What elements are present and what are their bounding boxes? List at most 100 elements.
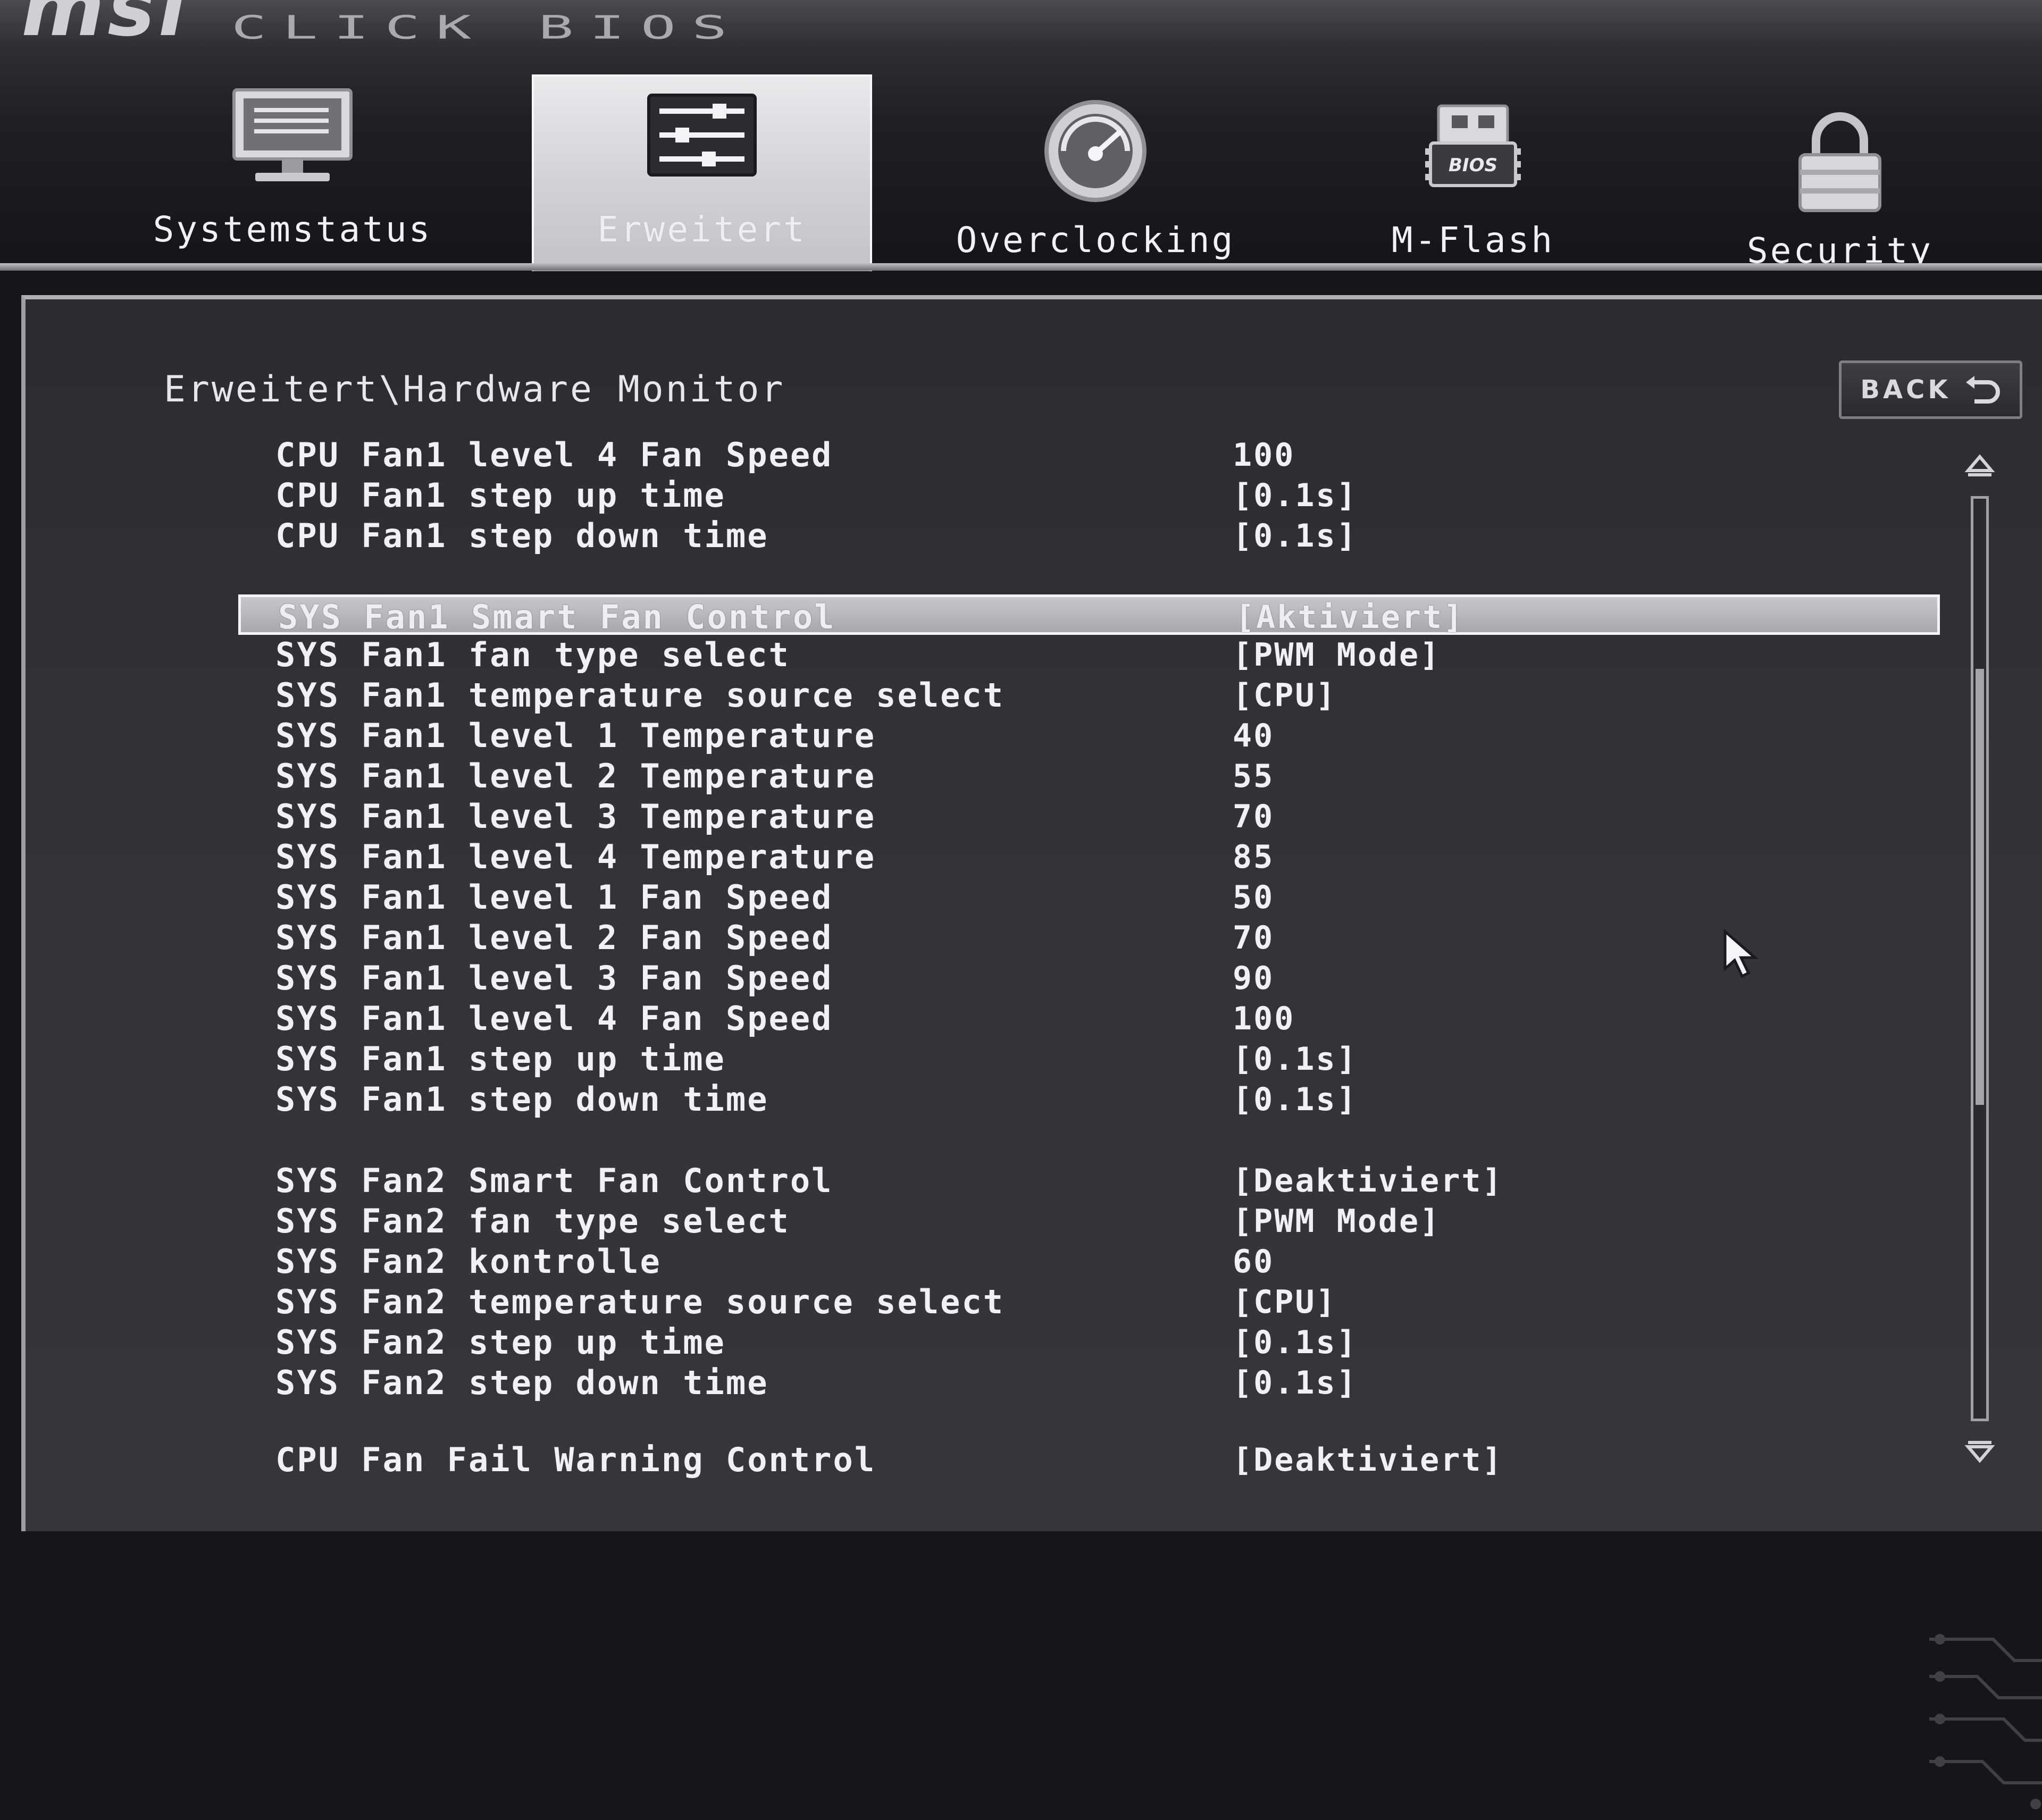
setting-value[interactable]: 90 xyxy=(1233,958,1274,999)
setting-value[interactable]: 85 xyxy=(1233,837,1274,877)
setting-label: CPU Fan1 step up time xyxy=(275,476,726,515)
setting-value[interactable]: [PWM Mode] xyxy=(1233,635,1441,675)
setting-value[interactable]: [0.1s] xyxy=(1233,1363,1358,1403)
setting-label: CPU Fan1 level 4 Fan Speed xyxy=(275,435,833,474)
setting-row[interactable]: SYS Fan1 level 4 Temperature 85 xyxy=(238,837,1940,877)
setting-value[interactable]: 40 xyxy=(1233,716,1274,756)
breadcrumb: Erweitert\Hardware Monitor xyxy=(164,368,785,410)
setting-row[interactable]: SYS Fan1 level 4 Fan Speed 100 xyxy=(238,999,1940,1039)
setting-row[interactable]: SYS Fan2 temperature source select [CPU] xyxy=(238,1282,1940,1322)
setting-label: SYS Fan1 level 1 Temperature xyxy=(275,716,876,755)
setting-label: SYS Fan1 temperature source select xyxy=(275,676,1005,715)
return-arrow-icon xyxy=(1965,376,2000,404)
setting-label: SYS Fan1 fan type select xyxy=(275,635,790,674)
setting-value[interactable]: [CPU] xyxy=(1233,1282,1337,1322)
tab-divider xyxy=(0,263,2042,271)
setting-row[interactable]: CPU Fan1 level 4 Fan Speed 100 xyxy=(238,435,1940,475)
settings-list: CPU Fan1 level 4 Fan Speed 100 CPU Fan1 … xyxy=(238,435,1940,1525)
tab-systemstatus[interactable]: Systemstatus xyxy=(117,74,468,271)
setting-row[interactable]: CPU Fan1 step down time [0.1s] xyxy=(238,516,1940,556)
setting-row[interactable]: SYS Fan2 kontrolle 60 xyxy=(238,1242,1940,1282)
setting-value[interactable]: 100 xyxy=(1233,999,1295,1039)
tab-m-flash[interactable]: BIOS M-Flash xyxy=(1313,74,1633,271)
brand: msi CLICK BIOS xyxy=(21,0,743,48)
setting-label: SYS Fan2 kontrolle xyxy=(275,1242,662,1281)
setting-row[interactable]: SYS Fan1 level 1 Fan Speed 50 xyxy=(238,877,1940,918)
setting-row-selected[interactable]: SYS Fan1 Smart Fan Control [Aktiviert] xyxy=(238,594,1940,638)
setting-label: SYS Fan2 Smart Fan Control xyxy=(275,1161,833,1200)
setting-value[interactable]: [0.1s] xyxy=(1233,1079,1358,1120)
setting-value[interactable]: 50 xyxy=(1233,877,1274,918)
setting-label: SYS Fan1 step down time xyxy=(275,1080,769,1119)
circuit-decoration xyxy=(1929,1634,2042,1809)
tab-label: Erweitert xyxy=(597,209,807,250)
setting-value[interactable]: [CPU] xyxy=(1233,675,1337,716)
setting-value[interactable]: 55 xyxy=(1233,756,1274,796)
scroll-up-icon[interactable] xyxy=(1964,448,1996,480)
tab-overclocking[interactable]: Overclocking xyxy=(925,74,1266,271)
setting-row[interactable]: SYS Fan2 fan type select [PWM Mode] xyxy=(238,1201,1940,1242)
setting-row[interactable]: SYS Fan1 step down time [0.1s] xyxy=(238,1079,1940,1120)
setting-label: CPU Fan1 step down time xyxy=(275,516,769,555)
setting-label: SYS Fan1 level 4 Temperature xyxy=(275,837,876,876)
setting-value[interactable]: [0.1s] xyxy=(1233,1039,1358,1079)
tab-erweitert[interactable]: Erweitert xyxy=(532,74,872,271)
mouse-cursor-icon xyxy=(1723,929,1759,978)
setting-label: SYS Fan1 level 2 Temperature xyxy=(275,757,876,795)
scroll-thumb[interactable] xyxy=(1976,669,1984,1105)
scroll-down-icon[interactable] xyxy=(1964,1437,1996,1469)
setting-row[interactable]: CPU Fan Fail Warning Control [Deaktivier… xyxy=(238,1440,1940,1480)
setting-row[interactable]: SYS Fan2 step up time [0.1s] xyxy=(238,1322,1940,1363)
scrollbar[interactable] xyxy=(1961,448,1998,1480)
setting-label: SYS Fan1 level 4 Fan Speed xyxy=(275,999,833,1038)
main-tabs: Systemstatus Erweitert Overclocking BIOS… xyxy=(0,74,2042,276)
setting-row[interactable]: SYS Fan1 level 2 Temperature 55 xyxy=(238,756,1940,796)
speedometer-icon xyxy=(1044,100,1146,202)
msi-logo: msi xyxy=(21,0,189,54)
setting-value[interactable]: [PWM Mode] xyxy=(1233,1201,1441,1242)
setting-label: CPU Fan Fail Warning Control xyxy=(275,1440,876,1479)
bios-header: msi CLICK BIOS Systemstatus Erweitert Ov… xyxy=(0,0,2042,271)
setting-label: SYS Fan2 step up time xyxy=(275,1323,726,1362)
padlock-icon xyxy=(1798,112,1881,212)
setting-value[interactable]: [Aktiviert] xyxy=(1235,597,1464,638)
setting-label: SYS Fan1 level 3 Fan Speed xyxy=(275,959,833,997)
setting-row[interactable]: CPU Fan1 step up time [0.1s] xyxy=(238,475,1940,516)
tab-security[interactable]: Security xyxy=(1680,74,1999,271)
back-label: BACK xyxy=(1860,375,1951,405)
setting-row[interactable]: SYS Fan2 step down time [0.1s] xyxy=(238,1363,1940,1403)
setting-row[interactable]: SYS Fan2 Smart Fan Control [Deaktiviert] xyxy=(238,1161,1940,1201)
setting-value[interactable]: [0.1s] xyxy=(1233,475,1358,516)
setting-row[interactable]: SYS Fan1 level 3 Temperature 70 xyxy=(238,796,1940,837)
setting-value[interactable]: [Deaktiviert] xyxy=(1233,1440,1503,1480)
setting-row[interactable]: SYS Fan1 fan type select [PWM Mode] xyxy=(238,635,1940,675)
setting-value[interactable]: [Deaktiviert] xyxy=(1233,1161,1503,1201)
setting-value[interactable]: [0.1s] xyxy=(1233,1322,1358,1363)
hardware-monitor-panel: Erweitert\Hardware Monitor BACK CPU Fan1… xyxy=(21,295,2042,1809)
svg-text:BIOS: BIOS xyxy=(1449,155,1497,176)
setting-value[interactable]: 100 xyxy=(1233,435,1295,475)
setting-row[interactable]: SYS Fan1 level 3 Fan Speed 90 xyxy=(238,958,1940,999)
setting-row[interactable]: SYS Fan1 level 2 Fan Speed 70 xyxy=(238,918,1940,958)
setting-value[interactable]: 60 xyxy=(1233,1242,1274,1282)
setting-label: SYS Fan1 level 2 Fan Speed xyxy=(275,918,833,957)
tab-label: Systemstatus xyxy=(153,209,432,250)
scroll-track[interactable] xyxy=(1971,496,1989,1421)
setting-value[interactable]: 70 xyxy=(1233,918,1274,958)
monitor-icon xyxy=(232,88,353,181)
setting-value[interactable]: [0.1s] xyxy=(1233,516,1358,556)
product-name: CLICK BIOS xyxy=(231,9,743,46)
setting-row[interactable]: SYS Fan1 temperature source select [CPU] xyxy=(238,675,1940,716)
tab-label: Overclocking xyxy=(956,220,1235,261)
bios-chip-icon: BIOS xyxy=(1425,104,1521,187)
setting-label: SYS Fan2 fan type select xyxy=(275,1202,790,1240)
setting-label: SYS Fan2 step down time xyxy=(275,1363,769,1402)
back-button[interactable]: BACK xyxy=(1839,360,2022,419)
setting-value[interactable]: 70 xyxy=(1233,796,1274,837)
settings-panel-icon xyxy=(647,94,757,177)
setting-label: SYS Fan2 temperature source select xyxy=(275,1282,1005,1321)
setting-row[interactable]: SYS Fan1 level 1 Temperature 40 xyxy=(238,716,1940,756)
setting-label: SYS Fan1 level 3 Temperature xyxy=(275,797,876,836)
setting-label: SYS Fan1 level 1 Fan Speed xyxy=(275,878,833,917)
setting-row[interactable]: SYS Fan1 step up time [0.1s] xyxy=(238,1039,1940,1079)
